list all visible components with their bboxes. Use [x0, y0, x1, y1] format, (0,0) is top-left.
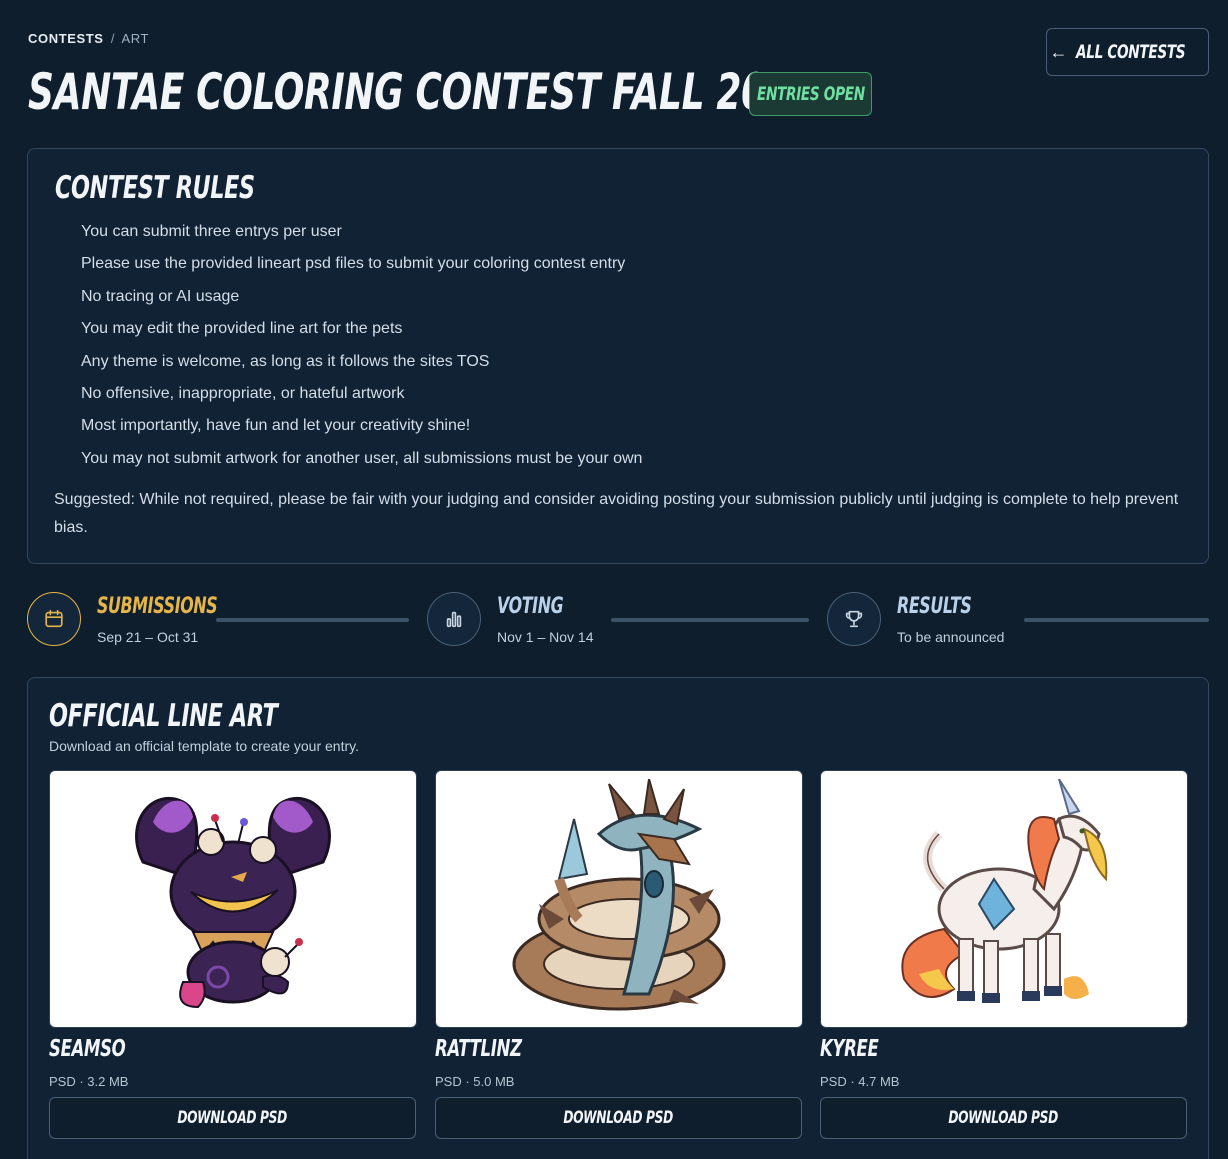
- card-file-info: PSD · 5.0 MB: [435, 1074, 515, 1089]
- timeline-connector: [1024, 618, 1209, 622]
- rules-note: Suggested: While not required, please be…: [54, 491, 1179, 536]
- step-title-submissions: SUBMISSIONS: [97, 594, 218, 619]
- calendar-icon: [27, 592, 81, 646]
- rattlinz-image: [435, 770, 803, 1028]
- official-line-art-subtitle: Download an official template to create …: [49, 738, 359, 754]
- status-badge: ENTRIES OPEN: [749, 72, 872, 116]
- timeline-connector: [611, 618, 809, 622]
- rule-item: You can submit three entrys per user: [81, 223, 342, 240]
- card-name: RATTLINZ: [435, 1036, 522, 1062]
- card-file-info: PSD · 3.2 MB: [49, 1074, 129, 1089]
- contest-rules-panel: CONTEST RULES You can submit three entry…: [27, 148, 1209, 564]
- download-psd-label: DOWNLOAD PSD: [948, 1108, 1059, 1128]
- kyree-image: [820, 770, 1188, 1028]
- rule-item: Please use the provided lineart psd file…: [81, 255, 626, 273]
- line-art-card-seamso: SEAMSO PSD · 3.2 MB DOWNLOAD PSD: [49, 770, 417, 1139]
- rule-item: No tracing or AI usage: [81, 287, 240, 305]
- download-psd-label: DOWNLOAD PSD: [563, 1108, 674, 1128]
- download-psd-button[interactable]: DOWNLOAD PSD: [820, 1097, 1187, 1139]
- card-name: SEAMSO: [49, 1036, 126, 1062]
- breadcrumb-current: ART: [121, 31, 150, 46]
- all-contests-button[interactable]: ← ALL CONTESTS: [1046, 28, 1209, 76]
- step-title-results: RESULTS: [897, 594, 972, 619]
- rule-item: You may edit the provided line art for t…: [81, 320, 403, 338]
- line-art-card-rattlinz: RATTLINZ PSD · 5.0 MB DOWNLOAD PSD: [435, 770, 803, 1139]
- line-art-card-kyree: KYREE PSD · 4.7 MB DOWNLOAD PSD: [820, 770, 1188, 1139]
- download-psd-label: DOWNLOAD PSD: [177, 1108, 288, 1128]
- all-contests-label: ALL CONTESTS: [1075, 41, 1186, 63]
- breadcrumb: CONTESTS / ART: [28, 31, 149, 46]
- rule-item: You may not submit artwork for another u…: [81, 449, 643, 467]
- card-file-info: PSD · 4.7 MB: [820, 1074, 900, 1089]
- bar-chart-icon: [427, 592, 481, 646]
- official-line-art-title: OFFICIAL LINE ART: [49, 698, 278, 734]
- contest-timeline: SUBMISSIONS Sep 21 – Oct 31 VOTING Nov 1…: [0, 592, 1228, 648]
- rules-list: You can submit three entrys per user Ple…: [81, 221, 642, 480]
- step-date-results: To be announced: [897, 629, 1005, 645]
- download-psd-button[interactable]: DOWNLOAD PSD: [49, 1097, 416, 1139]
- rule-item: Any theme is welcome, as long as it foll…: [81, 352, 490, 370]
- page-title: SANTAE COLORING CONTEST FALL 2026: [28, 63, 816, 121]
- contest-rules-title: CONTEST RULES: [55, 170, 255, 206]
- card-name: KYREE: [820, 1036, 879, 1062]
- seamso-image: [49, 770, 417, 1028]
- status-badge-label: ENTRIES OPEN: [756, 83, 865, 105]
- step-date-submissions: Sep 21 – Oct 31: [97, 629, 199, 645]
- step-title-voting: VOTING: [497, 594, 564, 619]
- arrow-left-icon: ←: [1049, 41, 1068, 62]
- rule-item: Most importantly, have fun and let your …: [81, 417, 471, 435]
- timeline-connector: [216, 618, 409, 622]
- step-date-voting: Nov 1 – Nov 14: [497, 629, 594, 645]
- official-line-art-panel: OFFICIAL LINE ART Download an official t…: [27, 677, 1209, 1159]
- download-psd-button[interactable]: DOWNLOAD PSD: [435, 1097, 802, 1139]
- trophy-icon: [827, 592, 881, 646]
- breadcrumb-contests-link[interactable]: CONTESTS: [28, 31, 104, 46]
- rule-item: No offensive, inappropriate, or hateful …: [81, 384, 405, 402]
- breadcrumb-separator: /: [110, 31, 116, 46]
